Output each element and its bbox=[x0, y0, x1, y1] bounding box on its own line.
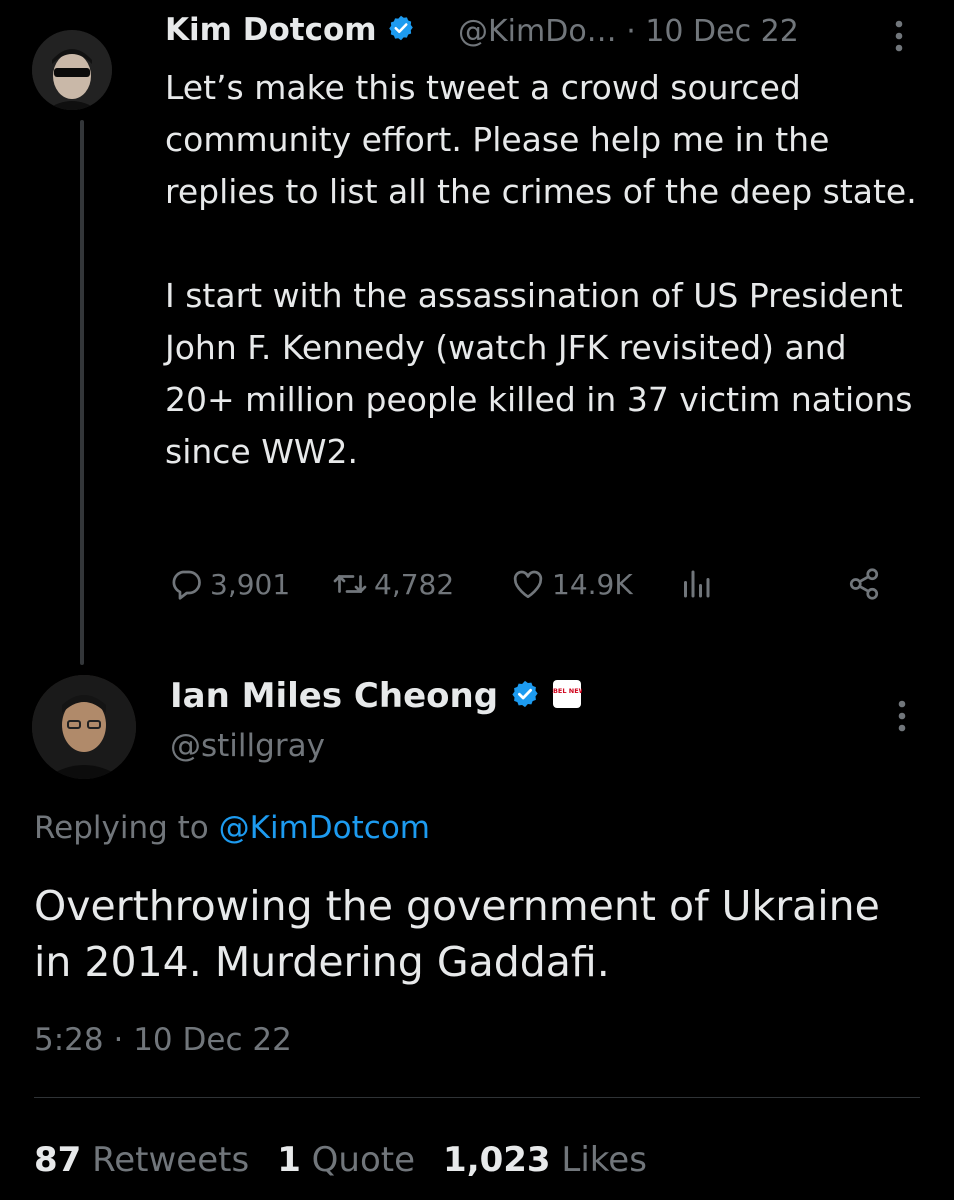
parent-date[interactable]: 10 Dec 22 bbox=[645, 14, 798, 49]
reply-time: 5:28 bbox=[34, 1022, 104, 1058]
views-icon bbox=[684, 570, 710, 598]
kim-dotcom-avatar[interactable] bbox=[32, 30, 112, 110]
more-options-icon[interactable] bbox=[893, 18, 905, 54]
parent-handle[interactable]: @KimDo… bbox=[458, 14, 617, 49]
verified-badge-icon bbox=[387, 14, 415, 50]
reply-icon bbox=[172, 570, 201, 600]
parent-author-name[interactable]: Kim Dotcom bbox=[165, 12, 415, 50]
like-count: 14.9K bbox=[552, 567, 633, 601]
share-button[interactable] bbox=[846, 566, 888, 602]
retweet-count: 4,782 bbox=[374, 567, 455, 601]
retweet-icon bbox=[333, 575, 367, 593]
parent-tweet-actions: 3,901 4,782 14.9K bbox=[168, 566, 888, 610]
reply-author-name[interactable]: Ian Miles Cheong REBEL NEWS bbox=[170, 676, 591, 718]
reply-handle[interactable]: @stillgray bbox=[170, 728, 325, 764]
reply-date: 10 Dec 22 bbox=[133, 1022, 292, 1058]
verified-badge-icon bbox=[510, 678, 540, 718]
reply-tweet-text: Overthrowing the government of Ukraine i… bbox=[34, 882, 880, 986]
engagement-stats: 87 Retweets 1 Quote 1,023 Likes bbox=[34, 1140, 647, 1180]
views-button[interactable] bbox=[678, 566, 720, 602]
quotes-stat[interactable]: 1 Quote bbox=[277, 1140, 415, 1180]
like-icon bbox=[513, 570, 543, 599]
like-button[interactable]: 14.9K bbox=[510, 566, 633, 602]
parent-tweet-text: Let’s make this tweet a crowd sourced co… bbox=[165, 62, 925, 478]
parent-tweet-paragraph: Let’s make this tweet a crowd sourced co… bbox=[165, 68, 917, 211]
divider bbox=[34, 1097, 920, 1098]
retweet-button[interactable]: 4,782 bbox=[332, 566, 454, 602]
ian-miles-cheong-avatar[interactable] bbox=[32, 675, 136, 779]
more-options-icon[interactable] bbox=[896, 698, 908, 734]
reply-count: 3,901 bbox=[210, 567, 291, 601]
replying-to-line: Replying to @KimDotcom bbox=[34, 810, 430, 846]
replying-to-mention-link[interactable]: @KimDotcom bbox=[219, 810, 430, 846]
replying-to-label: Replying to bbox=[34, 810, 209, 846]
share-icon bbox=[849, 568, 879, 600]
svg-text:REBEL NEWS: REBEL NEWS bbox=[552, 687, 582, 695]
parent-tweet-paragraph: I start with the assassination of US Pre… bbox=[165, 276, 913, 471]
rebel-news-affiliation-badge[interactable]: REBEL NEWS bbox=[543, 678, 591, 718]
thread-connector-line bbox=[80, 120, 84, 665]
likes-stat[interactable]: 1,023 Likes bbox=[443, 1140, 647, 1180]
parent-handle-date[interactable]: @KimDo… · 10 Dec 22 bbox=[458, 14, 799, 49]
reply-button[interactable]: 3,901 bbox=[168, 566, 290, 602]
retweets-stat[interactable]: 87 Retweets bbox=[34, 1140, 249, 1180]
reply-timestamp[interactable]: 5:28 · 10 Dec 22 bbox=[34, 1022, 292, 1058]
